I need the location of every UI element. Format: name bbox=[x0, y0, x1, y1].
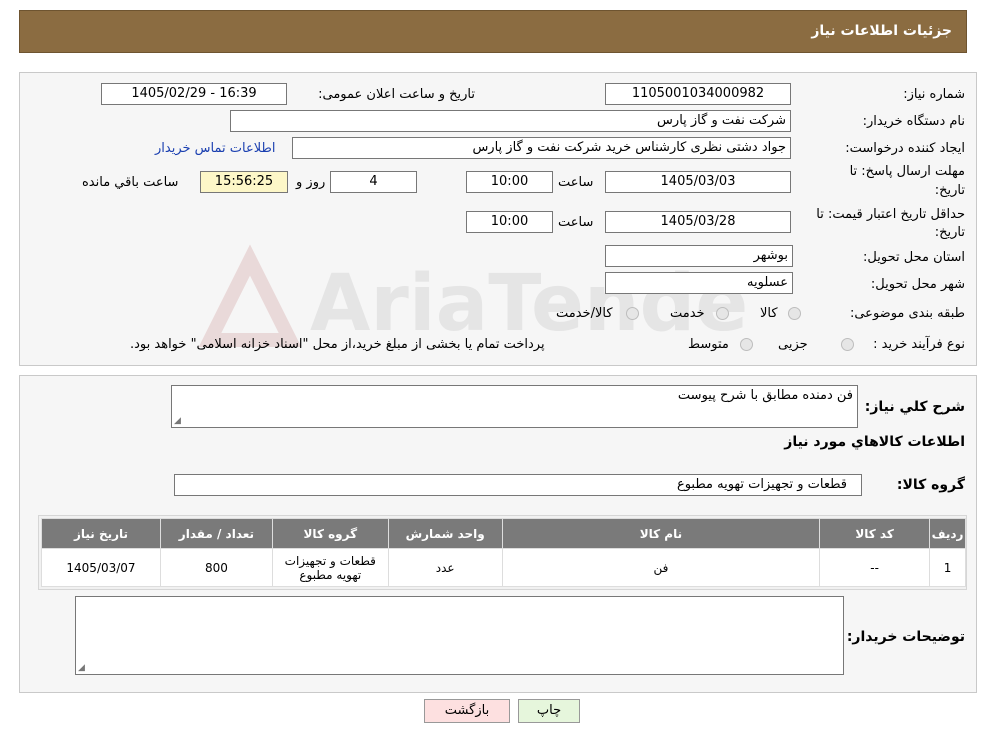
description-text: فن دمنده مطابق با شرح پیوست bbox=[677, 388, 853, 403]
description-label: شرح کلي نياز: bbox=[864, 399, 965, 415]
page-title: جزئیات اطلاعات نیاز bbox=[811, 23, 952, 39]
need-number-field: 1105001034000982 bbox=[605, 83, 791, 105]
resize-handle-icon[interactable]: ◢ bbox=[174, 416, 181, 426]
page-header: جزئیات اطلاعات نیاز bbox=[19, 10, 967, 53]
buyer-org-label: نام دستگاه خریدار: bbox=[862, 114, 965, 129]
goods-group-label: گروه کالا: bbox=[896, 477, 965, 493]
category-radio-goods-service[interactable] bbox=[626, 307, 639, 320]
validity-date-field: 1405/03/28 bbox=[605, 211, 791, 233]
col-header-name: نام کالا bbox=[501, 518, 821, 549]
cell-row-number: 1 bbox=[929, 548, 966, 587]
cell-quantity: 800 bbox=[159, 548, 273, 587]
goods-info-title: اطلاعات کالاهاي مورد نياز bbox=[784, 434, 965, 450]
validity-date-label: تاریخ: bbox=[934, 225, 965, 240]
need-number-label: شماره نیاز: bbox=[903, 87, 965, 102]
category-radio-service[interactable] bbox=[716, 307, 729, 320]
process-option-medium: متوسط bbox=[688, 337, 729, 352]
province-label: استان محل تحویل: bbox=[863, 250, 965, 265]
announce-datetime-field: 1405/02/29 - 16:39 bbox=[101, 83, 287, 105]
requester-label: ایجاد کننده درخواست: bbox=[845, 141, 965, 156]
validity-time-field: 10:00 bbox=[466, 211, 553, 233]
print-button[interactable]: چاپ bbox=[518, 699, 580, 723]
deadline-time-field: 10:00 bbox=[466, 171, 553, 193]
process-label: نوع فرآیند خرید : bbox=[873, 337, 965, 352]
process-radio-medium[interactable] bbox=[740, 338, 753, 351]
back-button[interactable]: بازگشت bbox=[424, 699, 510, 723]
process-note: پرداخت تمام یا بخشی از مبلغ خرید،از محل … bbox=[130, 337, 545, 352]
city-field: عسلویه bbox=[605, 272, 793, 294]
cell-need-date: 1405/03/07 bbox=[41, 548, 161, 587]
category-option-goods: کالا bbox=[760, 306, 778, 321]
remaining-time-label: ساعت باقي مانده bbox=[82, 175, 179, 190]
table-header-row: رديف کد کالا نام کالا واحد شمارش گروه کا… bbox=[41, 518, 966, 549]
goods-table: رديف کد کالا نام کالا واحد شمارش گروه کا… bbox=[41, 518, 966, 587]
col-header-group: گروه کالا bbox=[271, 518, 389, 549]
goods-group-field: قطعات و تجهیزات تهویه مطبوع bbox=[174, 474, 862, 496]
resize-handle-icon[interactable]: ◢ bbox=[78, 663, 85, 673]
days-label: روز و bbox=[296, 175, 326, 190]
col-header-unit: واحد شمارش bbox=[387, 518, 503, 549]
process-radio-minor[interactable] bbox=[841, 338, 854, 351]
col-header-code: کد کالا bbox=[819, 518, 931, 549]
province-field: بوشهر bbox=[605, 245, 793, 267]
cell-name: فن bbox=[501, 548, 821, 587]
city-label: شهر محل تحویل: bbox=[870, 277, 965, 292]
category-option-goods-service: کالا/خدمت bbox=[556, 306, 613, 321]
deadline-date-label: تاریخ: bbox=[934, 183, 965, 198]
deadline-date-field: 1405/03/03 bbox=[605, 171, 791, 193]
deadline-label: مهلت ارسال پاسخ: تا bbox=[849, 164, 965, 179]
category-label: طبقه بندی موضوعی: bbox=[849, 306, 965, 321]
requester-field: جواد دشتی نظری کارشناس خرید شرکت نفت و گ… bbox=[292, 137, 791, 159]
buyer-contact-link[interactable]: اطلاعات تماس خریدار bbox=[155, 141, 275, 156]
process-option-minor: جزیی bbox=[778, 337, 808, 352]
col-header-row-number: رديف bbox=[929, 518, 966, 549]
col-header-quantity: تعداد / مقدار bbox=[159, 518, 273, 549]
remaining-time-field: 15:56:25 bbox=[200, 171, 288, 193]
cell-unit: عدد bbox=[387, 548, 503, 587]
cell-group: قطعات و تجهیزات تهویه مطبوع bbox=[271, 548, 389, 587]
deadline-time-label: ساعت bbox=[558, 175, 594, 190]
buyer-org-field: شرکت نفت و گاز پارس bbox=[230, 110, 791, 132]
buyer-notes-textarea[interactable]: ◢ bbox=[75, 596, 844, 675]
category-option-service: خدمت bbox=[670, 306, 705, 321]
col-header-need-date: تاریخ نیاز bbox=[41, 518, 161, 549]
table-row[interactable]: 1 -- فن عدد قطعات و تجهیزات تهویه مطبوع … bbox=[41, 548, 966, 587]
buyer-notes-label: توضیحات خریدار: bbox=[846, 629, 965, 645]
description-textarea[interactable]: فن دمنده مطابق با شرح پیوست ◢ bbox=[171, 385, 858, 428]
validity-label: حداقل تاریخ اعتبار قیمت: تا bbox=[816, 207, 965, 222]
validity-time-label: ساعت bbox=[558, 215, 594, 230]
category-radio-goods[interactable] bbox=[788, 307, 801, 320]
announce-label: تاریخ و ساعت اعلان عمومی: bbox=[318, 87, 475, 102]
goods-table-container: رديف کد کالا نام کالا واحد شمارش گروه کا… bbox=[38, 515, 967, 590]
days-remaining-field: 4 bbox=[330, 171, 417, 193]
cell-code: -- bbox=[819, 548, 931, 587]
